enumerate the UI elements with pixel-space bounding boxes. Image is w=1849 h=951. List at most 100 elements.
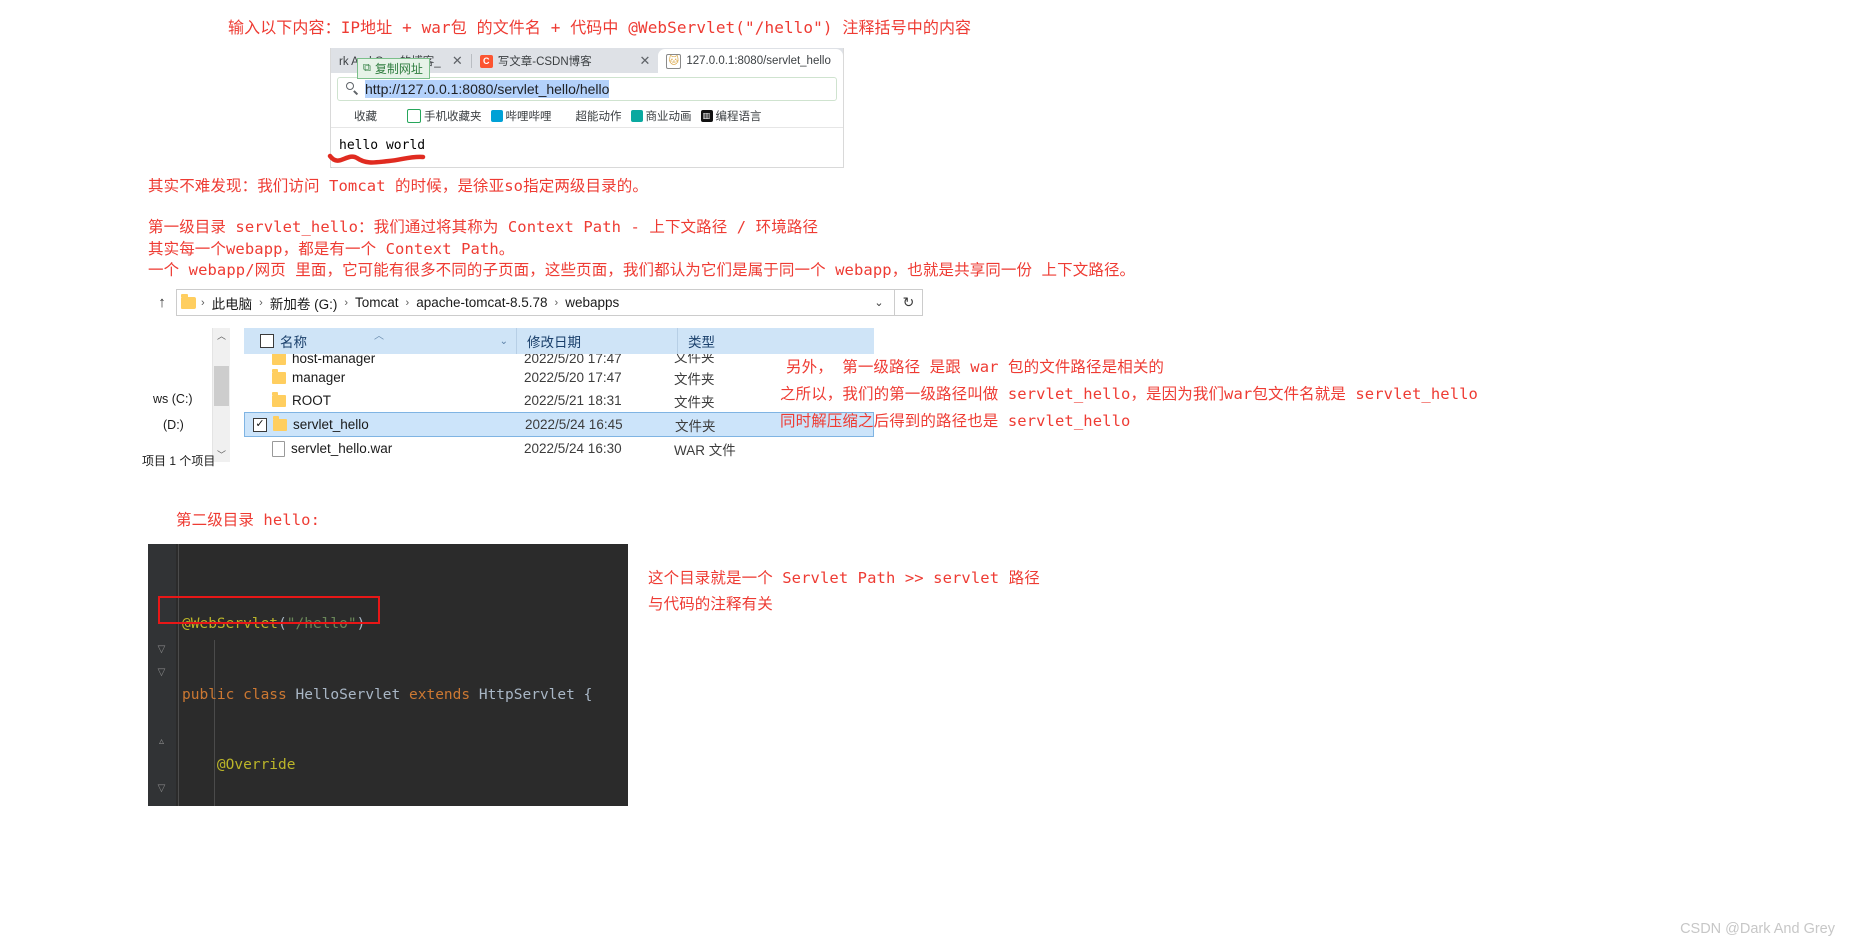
row-checkbox[interactable] [252, 354, 266, 366]
cloud-icon: ☁ [562, 110, 571, 120]
csdn-favicon: C [479, 54, 493, 68]
folder-icon [181, 293, 196, 309]
row-checkbox[interactable] [252, 394, 266, 408]
highlight-box-webservlet [158, 596, 380, 624]
file-type: WAR 文件 [674, 442, 736, 458]
editor-gutter: ▽ ▽ ▵ ▽ [148, 544, 176, 806]
table-row[interactable]: servlet_hello.war 2022/5/24 16:30 WAR 文件 [244, 437, 874, 460]
breadcrumb-item-this-pc[interactable]: 此电脑 [208, 293, 257, 313]
explorer-scrollbar[interactable]: ︿ ﹀ [212, 328, 230, 462]
browser-tab-3[interactable]: 🐱 127.0.0.1:8080/servlet_hello [658, 49, 843, 73]
column-header-date-label: 修改日期 [527, 335, 581, 350]
folder-icon [272, 391, 286, 407]
nav-item-d[interactable]: (D:) [163, 418, 184, 432]
bookmark-action[interactable]: ☁ 超能动作 [561, 108, 622, 124]
breadcrumb-separator: › [344, 296, 349, 309]
scrollbar-thumb[interactable] [214, 366, 229, 406]
file-type: 文件夹 [674, 371, 715, 387]
row-checkbox[interactable] [252, 371, 266, 385]
chevron-down-icon[interactable]: ⌄ [500, 336, 508, 347]
bookmark-label: 商业动画 [645, 110, 692, 123]
column-header-name[interactable]: 名称 ︿ ⌄ [244, 328, 516, 354]
fold-marker-icon[interactable]: ▽ [156, 783, 167, 794]
breadcrumb-item-apache-tomcat[interactable]: apache-tomcat-8.5.78 [412, 295, 551, 310]
code-line[interactable]: public class HelloServlet extends HttpSe… [182, 684, 628, 708]
bookmark-favorites[interactable]: ★ 收藏 [339, 108, 377, 124]
breadcrumb-item-drive[interactable]: 新加卷 (G:) [266, 293, 342, 313]
note-servlet-path: 这个目录就是一个 Servlet Path >> servlet 路径 [648, 569, 1040, 587]
file-name: manager [292, 370, 346, 385]
bookmark-animation[interactable]: 商业动画 [630, 108, 692, 124]
note-each-webapp: 其实每一个webapp，都是有一个 Context Path。 [148, 240, 515, 258]
chevron-down-icon[interactable]: ⌄ [868, 296, 890, 309]
close-icon[interactable]: ✕ [452, 53, 463, 69]
code-icon: ▥ [700, 109, 713, 122]
code-editor: ▽ ▽ ▵ ▽ @WebServlet("/hello") public cla… [148, 544, 628, 806]
breadcrumb[interactable]: › 此电脑 › 新加卷 (G:) › Tomcat › apache-tomca… [176, 289, 895, 316]
bookmark-label: 哔哩哔哩 [505, 110, 552, 123]
fold-marker-icon[interactable]: ▽ [156, 667, 167, 678]
file-date: 2022/5/20 17:47 [524, 354, 622, 366]
file-list: host-manager 2022/5/20 17:47 文件夹 manager… [244, 354, 874, 460]
scroll-up-icon[interactable]: ︿ [213, 328, 230, 343]
bookmark-programming[interactable]: ▥ 编程语言 [700, 108, 762, 124]
close-icon[interactable]: ✕ [639, 53, 650, 69]
file-name: host-manager [292, 354, 376, 366]
file-name: servlet_hello.war [291, 441, 393, 456]
file-name-cell: host-manager [272, 354, 524, 366]
tab-title: 127.0.0.1:8080/servlet_hello [686, 55, 831, 67]
note-discover: 其实不难发现：我们访问 Tomcat 的时候，是徐亚so指定两级目录的。 [148, 177, 648, 195]
folder-icon [272, 354, 286, 365]
row-checkbox-checked[interactable]: ✓ [253, 417, 267, 432]
file-type: 文件夹 [674, 354, 715, 365]
file-name-cell: servlet_hello [273, 415, 525, 432]
explorer-status-bar: 项目 1 个项目 [142, 454, 216, 468]
fold-marker-icon[interactable]: ▽ [156, 644, 167, 655]
note-war-filename: 之所以，我们的第一级路径叫做 servlet_hello，是因为我们war包文件… [780, 385, 1478, 403]
table-row[interactable]: host-manager 2022/5/20 17:47 文件夹 [244, 354, 874, 366]
bookmark-dropdown[interactable]: ▼ [386, 110, 398, 122]
watermark: CSDN @Dark And Grey [1680, 921, 1835, 937]
breadcrumb-item-tomcat[interactable]: Tomcat [351, 295, 403, 310]
nav-item-windows-c[interactable]: ws (C:) [153, 392, 193, 406]
breadcrumb-separator: › [201, 296, 205, 309]
select-all-checkbox[interactable] [260, 334, 274, 348]
column-header-date[interactable]: 修改日期 [516, 328, 677, 354]
scroll-down-icon[interactable]: ﹀ [213, 447, 230, 462]
file-name-cell: ROOT [272, 391, 524, 408]
file-name-cell: manager [272, 368, 524, 385]
breadcrumb-separator: › [554, 296, 559, 309]
column-header-type[interactable]: 类型 [677, 328, 808, 354]
tomcat-favicon: 🐱 [666, 53, 682, 69]
bookmark-label: 收藏 [354, 110, 377, 123]
sort-ascending-icon: ︿ [374, 331, 384, 342]
row-checkbox[interactable] [252, 442, 266, 456]
browser-tab-2[interactable]: C 写文章-CSDN博客 ✕ [471, 49, 659, 73]
explorer-address-bar: ↑ › 此电脑 › 新加卷 (G:) › Tomcat › apache-tom… [148, 286, 923, 319]
gutter-divider [178, 544, 179, 806]
fold-marker-icon[interactable]: ▵ [156, 736, 167, 747]
bookmark-label: 编程语言 [715, 110, 762, 123]
bookmark-label: 手机收藏夹 [424, 110, 482, 123]
star-icon: ★ [341, 110, 349, 120]
file-date: 2022/5/21 18:31 [524, 393, 622, 408]
file-date: 2022/5/20 17:47 [524, 370, 622, 385]
file-name-cell: servlet_hello.war [272, 440, 524, 457]
copy-url-tooltip[interactable]: ⧉ 复制网址 [357, 58, 430, 79]
code-line[interactable]: @Override [182, 754, 628, 778]
search-icon [346, 82, 359, 95]
bookmark-label: 超能动作 [575, 110, 622, 123]
top-instruction-annotation: 输入以下内容：IP地址 + war包 的文件名 + 代码中 @WebServle… [228, 18, 972, 37]
breadcrumb-item-webapps[interactable]: webapps [561, 295, 623, 310]
bookmark-mobile[interactable]: 手机收藏夹 [407, 108, 482, 124]
note-level1: 第一级目录 servlet_hello：我们通过将其称为 Context Pat… [148, 218, 819, 236]
up-one-level-button[interactable]: ↑ [148, 289, 176, 317]
folder-icon [273, 415, 287, 431]
bookmarks-bar: ★ 收藏 ▼ 手机收藏夹 哔哩哔哩 ☁ 超能动作 商业动画 ▥ 编程语言 [331, 104, 843, 127]
bookmark-bilibili[interactable]: 哔哩哔哩 [490, 108, 552, 124]
note-webapp-pages: 一个 webapp/网页 里面，它可能有很多不同的子页面，这些页面，我们都认为它… [148, 261, 1136, 279]
file-icon [272, 440, 285, 457]
copy-icon: ⧉ [363, 62, 371, 74]
refresh-button[interactable]: ↻ [895, 289, 923, 316]
address-bar[interactable]: http://127.0.0.1:8080/servlet_hello/hell… [337, 76, 837, 101]
